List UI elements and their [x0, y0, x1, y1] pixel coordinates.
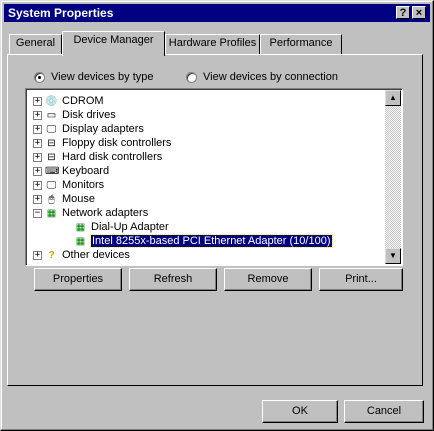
tab-general[interactable]: General [9, 34, 62, 54]
close-button[interactable]: × [412, 6, 426, 19]
window-title: System Properties [8, 6, 114, 20]
device-manager-panel [7, 54, 423, 386]
tab-performance[interactable]: Performance [260, 34, 342, 54]
tab-hardware-profiles[interactable]: Hardware Profiles [165, 34, 260, 54]
cancel-button[interactable]: Cancel [344, 400, 424, 423]
ok-button[interactable]: OK [262, 400, 338, 423]
help-button[interactable]: ? [396, 6, 410, 19]
title-bar[interactable]: System Properties ? × [4, 4, 430, 22]
tab-device-manager[interactable]: Device Manager [62, 31, 165, 56]
